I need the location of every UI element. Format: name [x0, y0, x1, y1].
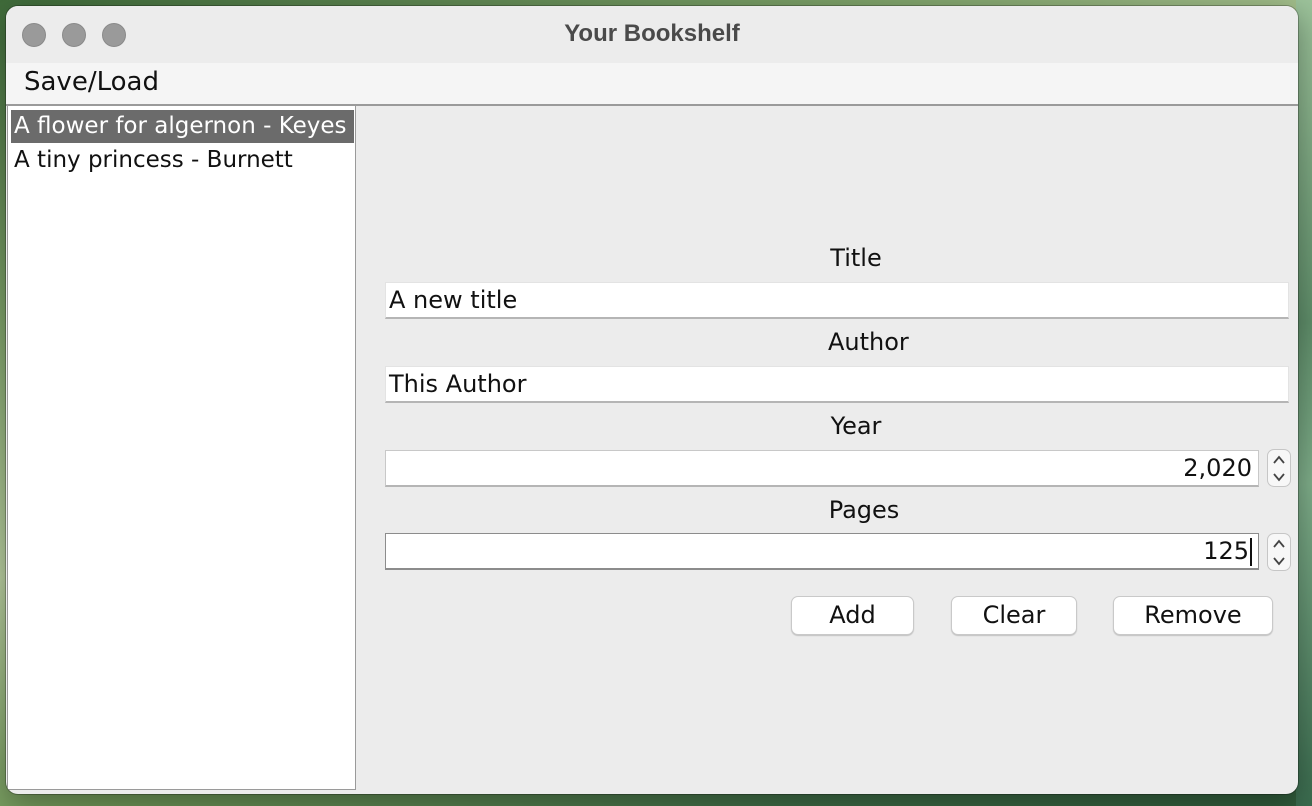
- title-input[interactable]: A new title: [385, 282, 1289, 319]
- year-value: 2,020: [1183, 454, 1252, 482]
- list-item[interactable]: A flower for algernon - Keyes: [11, 110, 354, 143]
- clear-button[interactable]: Clear: [951, 596, 1077, 635]
- chevron-down-icon[interactable]: [1273, 556, 1285, 566]
- bookshelf-window: Your Bookshelf Save/Load A flower for al…: [6, 6, 1298, 794]
- title-label: Title: [830, 244, 882, 272]
- book-list[interactable]: A flower for algernon - Keyes A tiny pri…: [7, 105, 356, 790]
- pages-stepper[interactable]: [1267, 533, 1291, 571]
- text-caret: [1250, 538, 1252, 566]
- remove-button[interactable]: Remove: [1113, 596, 1273, 635]
- year-stepper[interactable]: [1267, 449, 1291, 487]
- chevron-down-icon[interactable]: [1273, 472, 1285, 482]
- pages-value: 125: [1203, 537, 1249, 565]
- list-item[interactable]: A tiny princess - Burnett: [11, 144, 354, 177]
- pages-spinner-field[interactable]: 125: [385, 533, 1259, 570]
- pages-label: Pages: [828, 496, 900, 524]
- menu-save-load[interactable]: Save/Load: [24, 67, 159, 97]
- author-label: Author: [828, 328, 909, 356]
- year-spinner-field[interactable]: 2,020: [385, 450, 1259, 487]
- add-button[interactable]: Add: [791, 596, 914, 635]
- chevron-up-icon[interactable]: [1273, 455, 1285, 465]
- author-input[interactable]: This Author: [385, 366, 1289, 403]
- title-bar: Your Bookshelf: [6, 6, 1298, 64]
- window-title: Your Bookshelf: [564, 20, 740, 47]
- menu-bar: Save/Load: [6, 63, 1298, 106]
- desktop-background: [1296, 0, 1312, 806]
- year-label: Year: [830, 412, 882, 440]
- chevron-up-icon[interactable]: [1273, 539, 1285, 549]
